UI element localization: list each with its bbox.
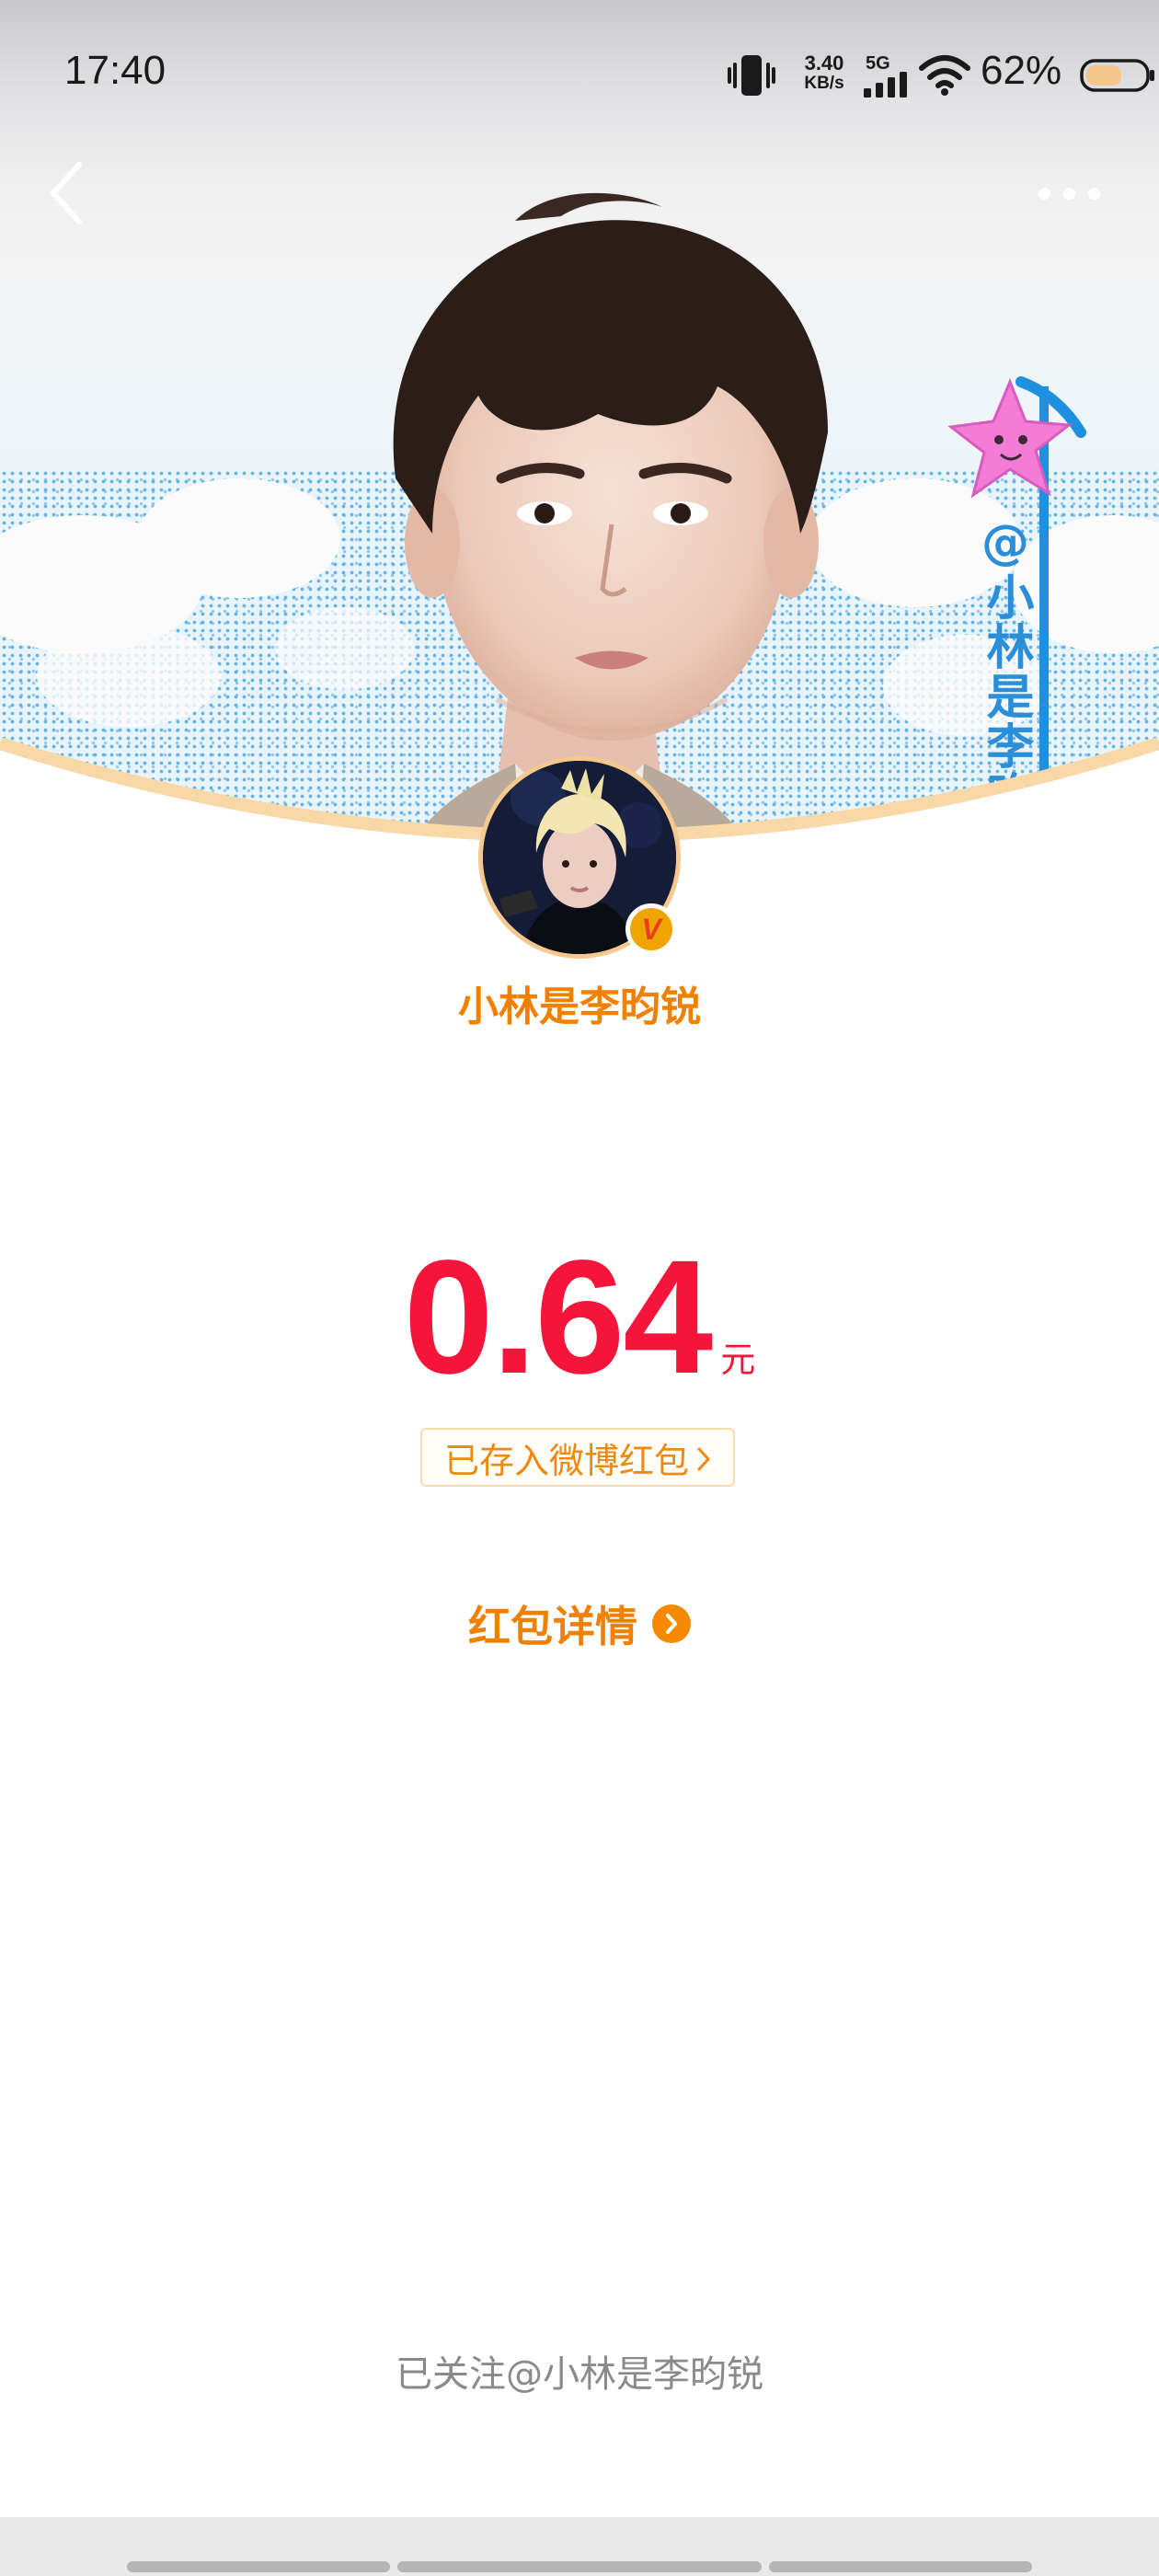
wifi-icon <box>919 55 970 96</box>
details-label: 红包详情 <box>468 1602 637 1651</box>
sender-name[interactable]: 小林是李昀锐 <box>0 973 1159 1032</box>
chevron-right-icon <box>697 1447 710 1471</box>
battery-icon <box>1080 59 1154 92</box>
followed-status-text: 已关注@小林是李昀锐 <box>396 2353 763 2396</box>
vibrate-icon <box>728 55 775 96</box>
nav-gesture-right[interactable] <box>769 2561 1032 2572</box>
back-button[interactable] <box>37 156 96 230</box>
amount-value: 0.64 <box>403 1227 714 1408</box>
status-time: 17:40 <box>64 48 166 93</box>
red-packet-result-page: @小林是李昀 17:40 3.40 KB/s 5G 62% V 小林是李昀锐 0… <box>0 0 1159 2576</box>
chevron-left-icon <box>51 162 82 224</box>
verified-badge-icon: V <box>625 903 677 955</box>
nav-gesture-left[interactable] <box>127 2561 390 2572</box>
chevron-right-circle-icon <box>652 1604 691 1643</box>
deposited-wallet-button[interactable]: 已存入微博红包 <box>420 1428 735 1487</box>
status-bar: 17:40 3.40 KB/s 5G 62% <box>0 0 1159 151</box>
amount-unit: 元 <box>720 1340 756 1380</box>
nav-gesture-center[interactable] <box>397 2561 762 2572</box>
battery-percent: 62% <box>981 48 1062 93</box>
more-menu-button[interactable] <box>1023 166 1115 221</box>
amount-display: 0.64 元 <box>0 1233 1159 1398</box>
red-packet-details-link[interactable]: 红包详情 <box>0 1592 1159 1656</box>
system-navigation-bar <box>0 2517 1159 2576</box>
deposited-label: 已存入微博红包 <box>443 1440 689 1481</box>
cellular-signal-icon <box>864 72 907 98</box>
network-speed: 3.40 KB/s <box>804 52 844 94</box>
status-indicators: 3.40 KB/s 5G 62% <box>607 0 1159 151</box>
more-dots-icon <box>1038 187 1050 200</box>
